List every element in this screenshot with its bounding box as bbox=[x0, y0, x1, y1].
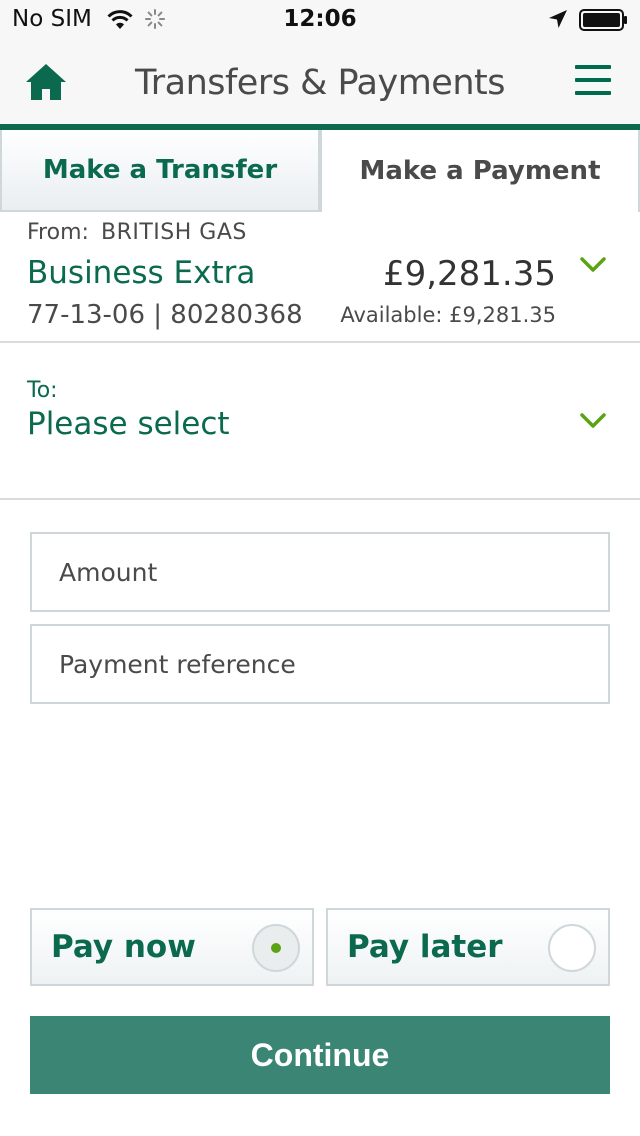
battery-icon bbox=[579, 9, 627, 31]
to-label: To: bbox=[27, 378, 58, 403]
pay-now-label: Pay now bbox=[51, 929, 196, 965]
from-account-number: 77-13-06 | 80280368 bbox=[27, 300, 303, 330]
pay-now-option[interactable]: Pay now bbox=[30, 908, 314, 986]
location-arrow-icon bbox=[549, 10, 567, 28]
pay-later-radio[interactable] bbox=[548, 924, 596, 972]
status-bar: No SIM 12:06 bbox=[0, 0, 640, 40]
to-account-value: Please select bbox=[27, 406, 230, 442]
section-divider bbox=[0, 498, 640, 500]
page-title: Transfers & Payments bbox=[135, 63, 505, 103]
from-available-balance: Available: £9,281.35 bbox=[340, 303, 556, 327]
from-label: From: bbox=[27, 220, 89, 245]
from-account-balance: £9,281.35 bbox=[382, 254, 556, 294]
chevron-down-icon[interactable] bbox=[579, 256, 607, 274]
payment-reference-field bbox=[30, 624, 610, 704]
amount-field bbox=[30, 532, 610, 612]
amount-input[interactable] bbox=[32, 534, 608, 610]
pay-later-option[interactable]: Pay later bbox=[326, 908, 610, 986]
from-account-name: Business Extra bbox=[27, 255, 256, 291]
from-account-holder: BRITISH GAS bbox=[101, 220, 247, 245]
tab-make-transfer[interactable]: Make a Transfer bbox=[0, 130, 320, 212]
pay-later-label: Pay later bbox=[347, 929, 503, 965]
continue-button[interactable]: Continue bbox=[30, 1016, 610, 1094]
pay-now-radio[interactable] bbox=[252, 924, 300, 972]
payment-reference-input[interactable] bbox=[32, 626, 608, 702]
menu-icon[interactable] bbox=[575, 65, 611, 99]
radio-selected-dot bbox=[271, 943, 281, 953]
section-divider bbox=[0, 341, 640, 343]
clock: 12:06 bbox=[283, 6, 357, 32]
chevron-down-icon[interactable] bbox=[579, 412, 607, 430]
app-header: Transfers & Payments bbox=[0, 40, 640, 124]
tab-make-payment[interactable]: Make a Payment bbox=[320, 130, 640, 212]
